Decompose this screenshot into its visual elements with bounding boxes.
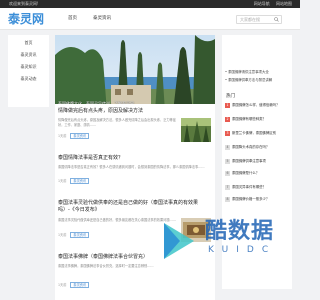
article-meta: 1天前 泰灵资讯	[58, 133, 90, 139]
article-meta: 1天前 泰灵资讯	[58, 178, 90, 184]
rank-badge: 2	[225, 117, 230, 122]
sidebar-item-news[interactable]: 泰灵资讯	[8, 49, 49, 61]
rank-badge: 4	[225, 145, 230, 150]
article-date: 1天前	[58, 283, 67, 287]
article-meta: 1天前 泰灵资讯	[58, 282, 90, 288]
main-nav: 首页 泰灵资讯	[60, 8, 119, 30]
nav-item-home[interactable]: 首页	[60, 8, 85, 30]
rank-badge: 1	[225, 103, 230, 108]
banner-image[interactable]: 泰国佛牌文化，泰国灵异传说，了解泰灵网	[55, 35, 215, 112]
article-date: 1天前	[58, 134, 67, 138]
article-card[interactable]: 泰国情降法事是否真正有效？ 泰国情降法事是否真正有效？很多人在感情遇到问题时，会…	[55, 151, 215, 196]
sidebar-item-knowledge[interactable]: 泰灵知识	[8, 61, 49, 73]
rank-badge: 8	[225, 197, 230, 202]
category-sidebar: 首页 泰灵资讯 泰灵知识 泰灵动态	[8, 35, 49, 107]
hot-item-text[interactable]: 泰国佛牌价格一般多少？	[232, 197, 269, 201]
rank-badge: 6	[225, 171, 230, 176]
sidebar-item-updates[interactable]: 泰灵动态	[8, 73, 49, 85]
article-tag[interactable]: 泰灵资讯	[70, 133, 90, 139]
right-link[interactable]: • 泰国佛牌请供注意事项大全	[225, 69, 269, 74]
article-title[interactable]: 情降做完后有点头疼，原因及解决方法	[58, 108, 143, 115]
rank-badge: 3	[225, 131, 230, 136]
hot-item[interactable]: 3 斯里兰卡佛牌，泰国佛牌区别	[225, 131, 291, 136]
article-card[interactable]: 情降做完后有点头疼，原因及解决方法 情降做完后有点头疼，原因及解决方法，很多人做…	[55, 104, 215, 156]
rank-badge: 5	[225, 159, 230, 164]
search-icon[interactable]	[274, 17, 279, 22]
nav-item-news[interactable]: 泰灵资讯	[85, 8, 119, 30]
hot-item[interactable]: 8 泰国佛牌价格一般多少？	[225, 197, 291, 202]
hot-item[interactable]: 4 泰国降头术真的存在吗？	[225, 145, 291, 150]
article-meta: 1天前 泰灵资讯	[58, 232, 90, 238]
article-thumbnail[interactable]	[181, 118, 211, 142]
hot-item[interactable]: 1 泰国佛牌怎么样，值得信赖吗？	[225, 103, 291, 108]
hot-item-text[interactable]: 斯里兰卡佛牌，泰国佛牌区别	[232, 131, 276, 135]
right-links-panel: • 泰国佛牌请供注意事项大全 • 泰国佛牌供奉方法与禁忌讲解	[222, 35, 292, 95]
hot-item-text[interactable]: 泰国佛牌供奉注意事项	[232, 159, 266, 163]
article-excerpt: 泰国情降法事是否真正有效？很多人在感情遇到问题时，会想到泰国的情降法事，那么泰国…	[58, 165, 205, 169]
site-logo[interactable]: 泰灵网	[8, 11, 44, 27]
top-links: 网站导航 网站地图	[249, 1, 292, 7]
article-title[interactable]: 泰国法事佛牌（泰国佛牌法事合伙冒充）	[58, 254, 148, 261]
article-tag[interactable]: 泰灵资讯	[70, 232, 90, 238]
hot-item[interactable]: 7 泰国灵异事件有哪些？	[225, 185, 291, 190]
hot-list-title: 热门	[226, 94, 235, 99]
site-map-link[interactable]: 网站地图	[276, 1, 292, 6]
thumbnail-image	[181, 118, 211, 142]
watermark-subtext: KUIDC	[208, 245, 277, 255]
play-logo-icon	[164, 223, 194, 259]
article-date: 1天前	[58, 233, 67, 237]
article-excerpt: 情降做完后有点头疼，原因及解决方法，很多人做完情降之后会出现头疼、乏力等症状，工…	[58, 118, 176, 127]
top-bar: 欢迎来到泰灵网! 网站导航 网站地图	[0, 0, 300, 8]
hot-item-text[interactable]: 泰国佛牌怎么样，值得信赖吗？	[232, 103, 279, 107]
site-nav-link[interactable]: 网站导航	[254, 1, 270, 6]
article-tag[interactable]: 泰灵资讯	[70, 178, 90, 184]
article-date: 1天前	[58, 179, 67, 183]
hot-item[interactable]: 5 泰国佛牌供奉注意事项	[225, 159, 291, 164]
hot-item-text[interactable]: 泰国佛牌有哪些种类？	[232, 117, 266, 121]
article-tag[interactable]: 泰灵资讯	[70, 282, 90, 288]
article-title[interactable]: 泰国情降法事是否真正有效？	[58, 155, 123, 162]
hot-item[interactable]: 6 泰国佛牌是什么？	[225, 171, 291, 176]
watermark-text: 酷数据	[205, 219, 275, 244]
sidebar-item-home[interactable]: 首页	[8, 37, 49, 49]
hot-item-text[interactable]: 泰国灵异事件有哪些？	[232, 185, 266, 189]
hot-item[interactable]: 2 泰国佛牌有哪些种类？	[225, 117, 291, 122]
hot-item-text[interactable]: 泰国降头术真的存在吗？	[232, 145, 269, 149]
hot-item-text[interactable]: 泰国佛牌是什么？	[232, 171, 259, 175]
right-link[interactable]: • 泰国佛牌供奉方法与禁忌讲解	[225, 77, 272, 82]
watermark-logo: 酷数据 KUIDC	[150, 207, 300, 300]
header: 泰灵网 首页 泰灵资讯	[0, 8, 300, 30]
rank-badge: 7	[225, 185, 230, 190]
welcome-text: 欢迎来到泰灵网!	[9, 1, 39, 6]
